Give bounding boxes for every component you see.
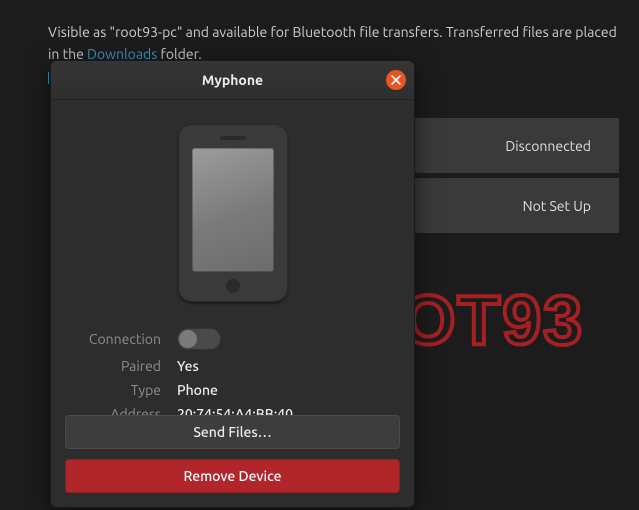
info-prefix: Visible as " [48,24,115,40]
device-illustration [51,124,414,302]
device-status: Disconnected [505,138,591,154]
device-details-modal: Myphone Connection Paired Yes Type Phone… [50,60,415,508]
close-icon [391,75,401,85]
connection-label: Connection [77,331,177,347]
phone-icon [178,124,288,302]
divider [48,72,49,84]
bluetooth-visibility-info: Visible as "root93-pc" and available for… [48,22,619,65]
toggle-knob [179,330,197,348]
connection-toggle[interactable] [177,328,221,350]
paired-label: Paired [77,358,177,374]
close-button[interactable] [386,70,406,90]
info-hostname: root93-pc [115,24,177,40]
modal-title: Myphone [202,72,263,88]
send-files-button[interactable]: Send Files… [65,415,400,449]
modal-header: Myphone [51,61,414,100]
type-label: Type [77,382,177,398]
paired-value: Yes [177,358,388,374]
device-details: Connection Paired Yes Type Phone Address… [51,328,414,422]
device-status: Not Set Up [523,198,591,214]
remove-device-button[interactable]: Remove Device [65,459,400,493]
modal-actions: Send Files… Remove Device [65,415,400,493]
type-value: Phone [177,382,388,398]
